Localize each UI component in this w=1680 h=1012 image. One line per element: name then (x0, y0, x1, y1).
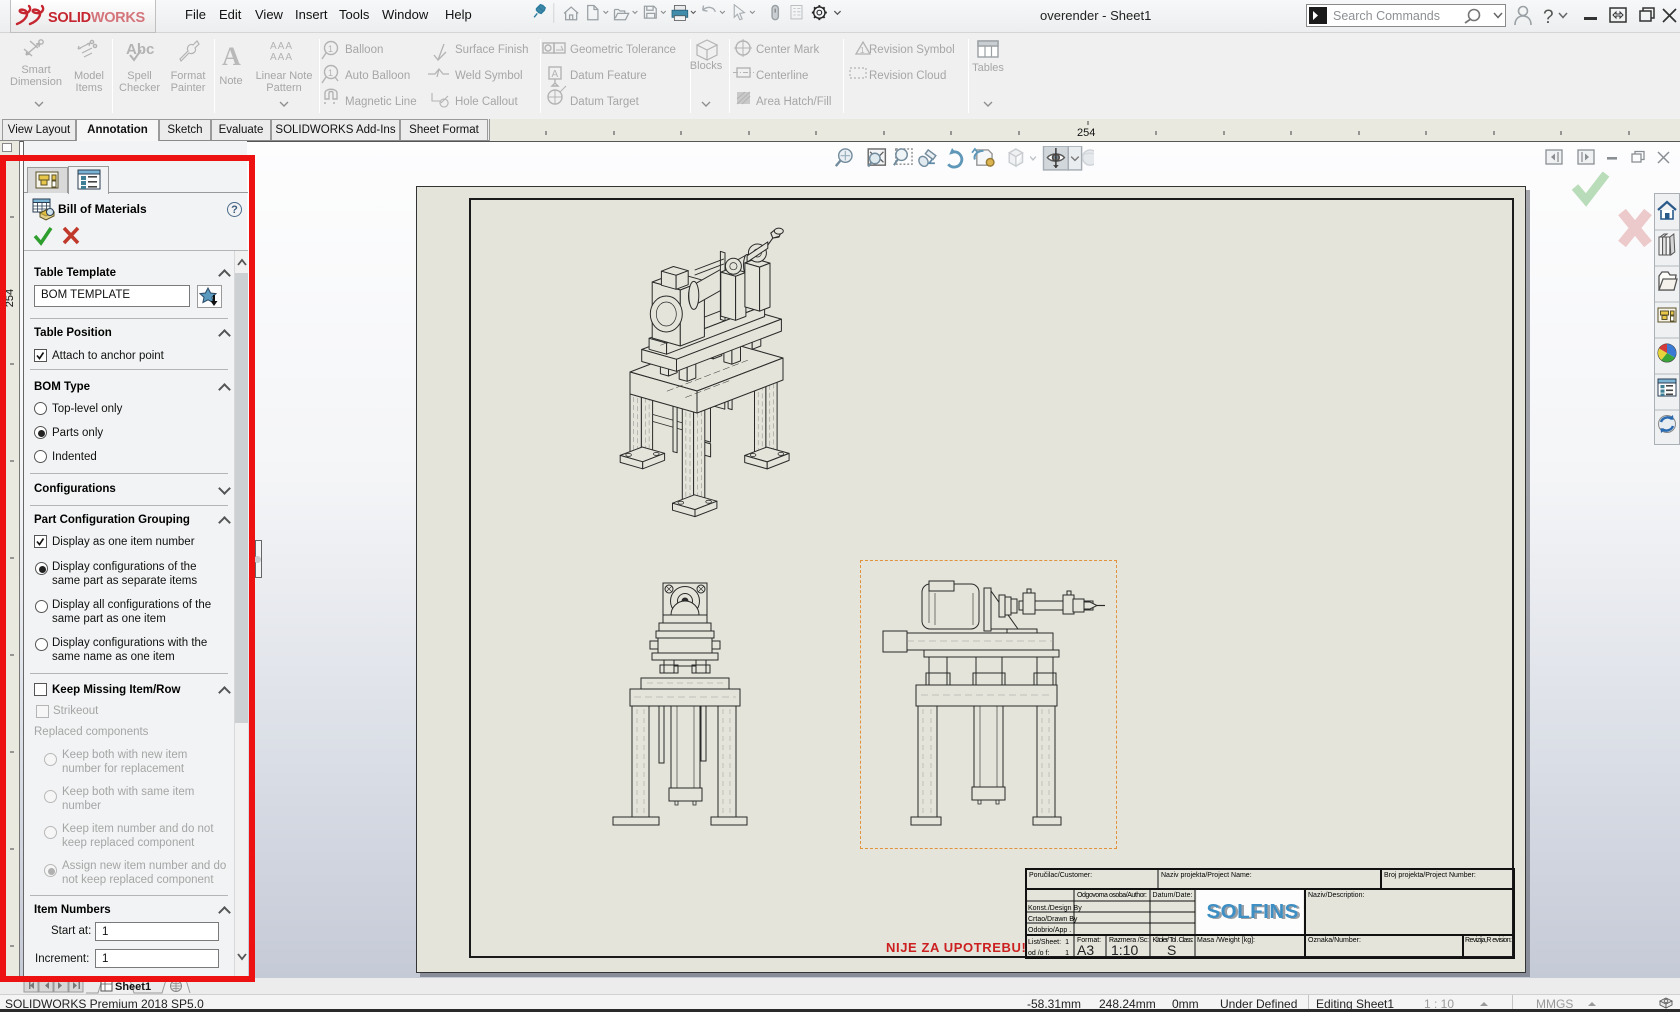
svg-text:1: 1 (328, 68, 333, 78)
svg-text:od /o f:: od /o f: (1028, 950, 1049, 957)
svg-text:A: A (222, 42, 241, 71)
svg-text:Odgovorna osoba/Author:: Odgovorna osoba/Author: (1077, 892, 1147, 899)
svg-text:1: 1 (1065, 950, 1069, 957)
svg-text:Masa /Weight [kg]:: Masa /Weight [kg]: (1197, 937, 1255, 944)
svg-text:1: 1 (860, 46, 865, 55)
svg-text:Naziv projekta/Project Name:: Naziv projekta/Project Name: (1161, 872, 1252, 879)
svg-text:Broj projekta/Project Number:: Broj projekta/Project Number: (1384, 872, 1476, 879)
svg-text:A: A (552, 69, 559, 80)
svg-text:Search Commands: Search Commands (1333, 9, 1440, 23)
svg-text:Datum/Date:: Datum/Date: (1153, 892, 1193, 899)
svg-text:1:10: 1:10 (1111, 942, 1138, 958)
svg-text:Poručilac/Customer:: Poručilac/Customer: (1029, 872, 1092, 879)
svg-text:SOLFINS: SOLFINS (1207, 900, 1299, 923)
svg-text:Oznaka/Number:: Oznaka/Number: (1308, 937, 1361, 944)
svg-text:254: 254 (1077, 127, 1095, 139)
svg-text:1: 1 (1065, 939, 1069, 946)
svg-text:Sheet1: Sheet1 (115, 981, 151, 993)
svg-text:Konst./Design By: Konst./Design By (1028, 905, 1082, 912)
svg-text:Naziv/Description:: Naziv/Description: (1308, 892, 1364, 899)
svg-text:Revizija,R evision:: Revizija,R evision: (1465, 937, 1512, 944)
svg-text:Crtao/Drawn By: Crtao/Drawn By (1028, 916, 1078, 923)
svg-text:1: 1 (328, 44, 333, 54)
svg-text:Odobrio/App .: Odobrio/App . (1028, 927, 1071, 934)
svg-text:S: S (1167, 942, 1176, 958)
svg-text:AAA: AAA (270, 41, 293, 52)
svg-text:List/Sheet:: List/Sheet: (1028, 939, 1061, 946)
svg-text:SOLIDWORKS: SOLIDWORKS (48, 10, 146, 26)
svg-text:AAA: AAA (270, 52, 293, 63)
svg-text:A3: A3 (1077, 942, 1094, 958)
svg-text:?: ? (1543, 7, 1554, 28)
